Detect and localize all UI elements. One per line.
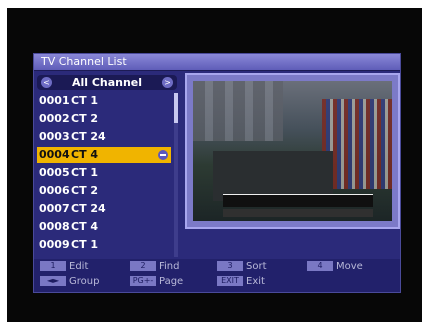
channel-name: CT 2 <box>71 184 99 197</box>
preview-score-banner <box>223 194 373 207</box>
channel-row[interactable]: 0005 CT 1 <box>37 165 171 181</box>
preview-frame <box>185 73 400 229</box>
key-3-icon: 3 <box>217 261 243 271</box>
hint-sort-label: Sort <box>246 261 267 272</box>
chevron-right-icon[interactable]: > <box>162 77 173 88</box>
page-key-icon: PG+- <box>130 276 156 286</box>
channel-row[interactable]: 0001 CT 1 <box>37 93 171 109</box>
channel-name: CT 4 <box>71 148 99 161</box>
channel-list-panel: < All Channel > 0001 CT 1 0002 CT 2 0003… <box>34 72 180 258</box>
video-preview <box>193 81 392 221</box>
channel-name: CT 4 <box>71 220 99 233</box>
channel-number: 0008 <box>39 220 70 233</box>
key-4-icon: 4 <box>307 261 333 271</box>
hint-move: 4 Move <box>307 261 363 273</box>
channel-row[interactable]: 0002 CT 2 <box>37 111 171 127</box>
channel-list: 0001 CT 1 0002 CT 2 0003 CT 24 0004 CT 4… <box>37 93 171 257</box>
channel-number: 0006 <box>39 184 70 197</box>
channel-row[interactable]: 0004 CT 4 <box>37 147 171 163</box>
hint-move-label: Move <box>336 261 363 272</box>
preview-background <box>193 81 283 141</box>
channel-number: 0005 <box>39 166 70 179</box>
channel-name: CT 1 <box>71 238 99 251</box>
group-title: All Channel <box>71 76 143 89</box>
hint-sort: 3 Sort <box>217 261 267 273</box>
title-bar: TV Channel List <box>34 54 400 71</box>
channel-number: 0002 <box>39 112 70 125</box>
selected-icon <box>158 150 168 160</box>
hint-group-label: Group <box>69 276 100 287</box>
channel-name: CT 24 <box>71 130 106 143</box>
hint-group: ◄► Group <box>40 276 99 288</box>
exit-key-icon: EXIT <box>217 276 243 286</box>
key-2-icon: 2 <box>130 261 156 271</box>
channel-row[interactable]: 0008 CT 4 <box>37 219 171 235</box>
hint-exit: EXIT Exit <box>217 276 265 288</box>
channel-number: 0009 <box>39 238 70 251</box>
channel-list-window: TV Channel List < All Channel > 0001 CT … <box>33 53 401 293</box>
group-selector[interactable]: < All Channel > <box>37 75 177 90</box>
hint-exit-label: Exit <box>246 276 265 287</box>
key-1-icon: 1 <box>40 261 66 271</box>
hint-edit: 1 Edit <box>40 261 88 273</box>
chevron-left-icon[interactable]: < <box>41 77 52 88</box>
left-right-arrows-icon: ◄► <box>40 276 66 286</box>
channel-row[interactable]: 0009 CT 1 <box>37 237 171 253</box>
channel-number: 0007 <box>39 202 70 215</box>
channel-name: CT 1 <box>71 166 99 179</box>
channel-list-scrollbar[interactable] <box>174 93 178 257</box>
window-title: TV Channel List <box>41 55 127 68</box>
hint-edit-label: Edit <box>69 261 89 272</box>
channel-number: 0004 <box>39 148 70 161</box>
channel-row[interactable]: 0007 CT 24 <box>37 201 171 217</box>
channel-row[interactable]: 0006 CT 2 <box>37 183 171 199</box>
hint-page-label: Page <box>159 276 184 287</box>
key-hints-bar: 1 Edit 2 Find 3 Sort 4 Move ◄► Group PG+- Page… <box>34 259 400 292</box>
channel-number: 0003 <box>39 130 70 143</box>
hint-find-label: Find <box>159 261 180 272</box>
preview-score-banner-lower <box>223 209 373 217</box>
hint-find: 2 Find <box>130 261 180 273</box>
channel-name: CT 1 <box>71 94 99 107</box>
channel-row[interactable]: 0003 CT 24 <box>37 129 171 145</box>
channel-name: CT 24 <box>71 202 106 215</box>
channel-number: 0001 <box>39 94 70 107</box>
hint-page: PG+- Page <box>130 276 183 288</box>
channel-name: CT 2 <box>71 112 99 125</box>
scrollbar-thumb[interactable] <box>174 93 178 123</box>
